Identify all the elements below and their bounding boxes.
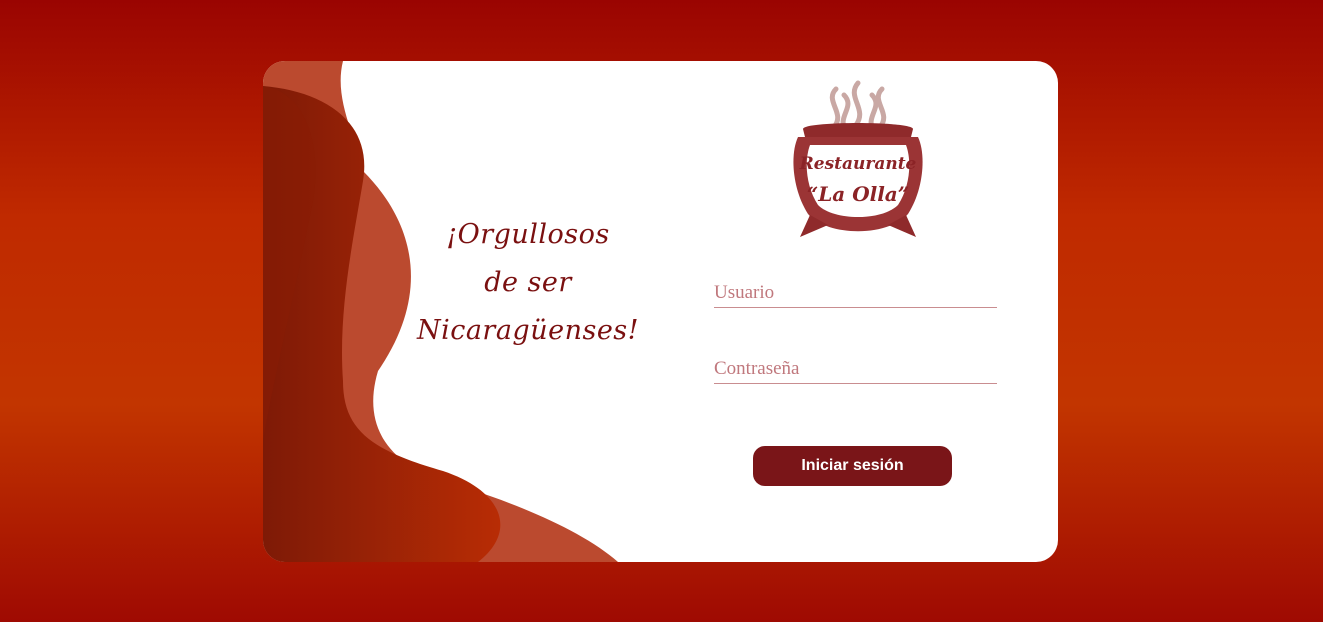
slogan-line-2: de ser (484, 267, 572, 298)
slogan-line-3: Nicaragüenses! (416, 315, 640, 346)
password-field (714, 358, 997, 384)
username-field (714, 282, 997, 308)
logo-line-1: Restaurante (799, 154, 917, 174)
restaurant-logo: Restaurante “La Olla” (793, 80, 923, 237)
slogan-text: ¡Orgullosos de ser Nicaragüenses! (413, 211, 643, 355)
decorative-waves (263, 61, 618, 562)
login-button[interactable]: Iniciar sesión (753, 446, 952, 486)
username-input[interactable] (714, 282, 997, 307)
logo-line-2: “La Olla” (807, 182, 910, 206)
slogan-line-1: ¡Orgullosos (446, 219, 610, 250)
login-card: ¡Orgullosos de ser Nicaragüenses! Restau… (263, 61, 1058, 562)
password-input[interactable] (714, 358, 997, 383)
cooking-pot-icon (793, 123, 923, 237)
